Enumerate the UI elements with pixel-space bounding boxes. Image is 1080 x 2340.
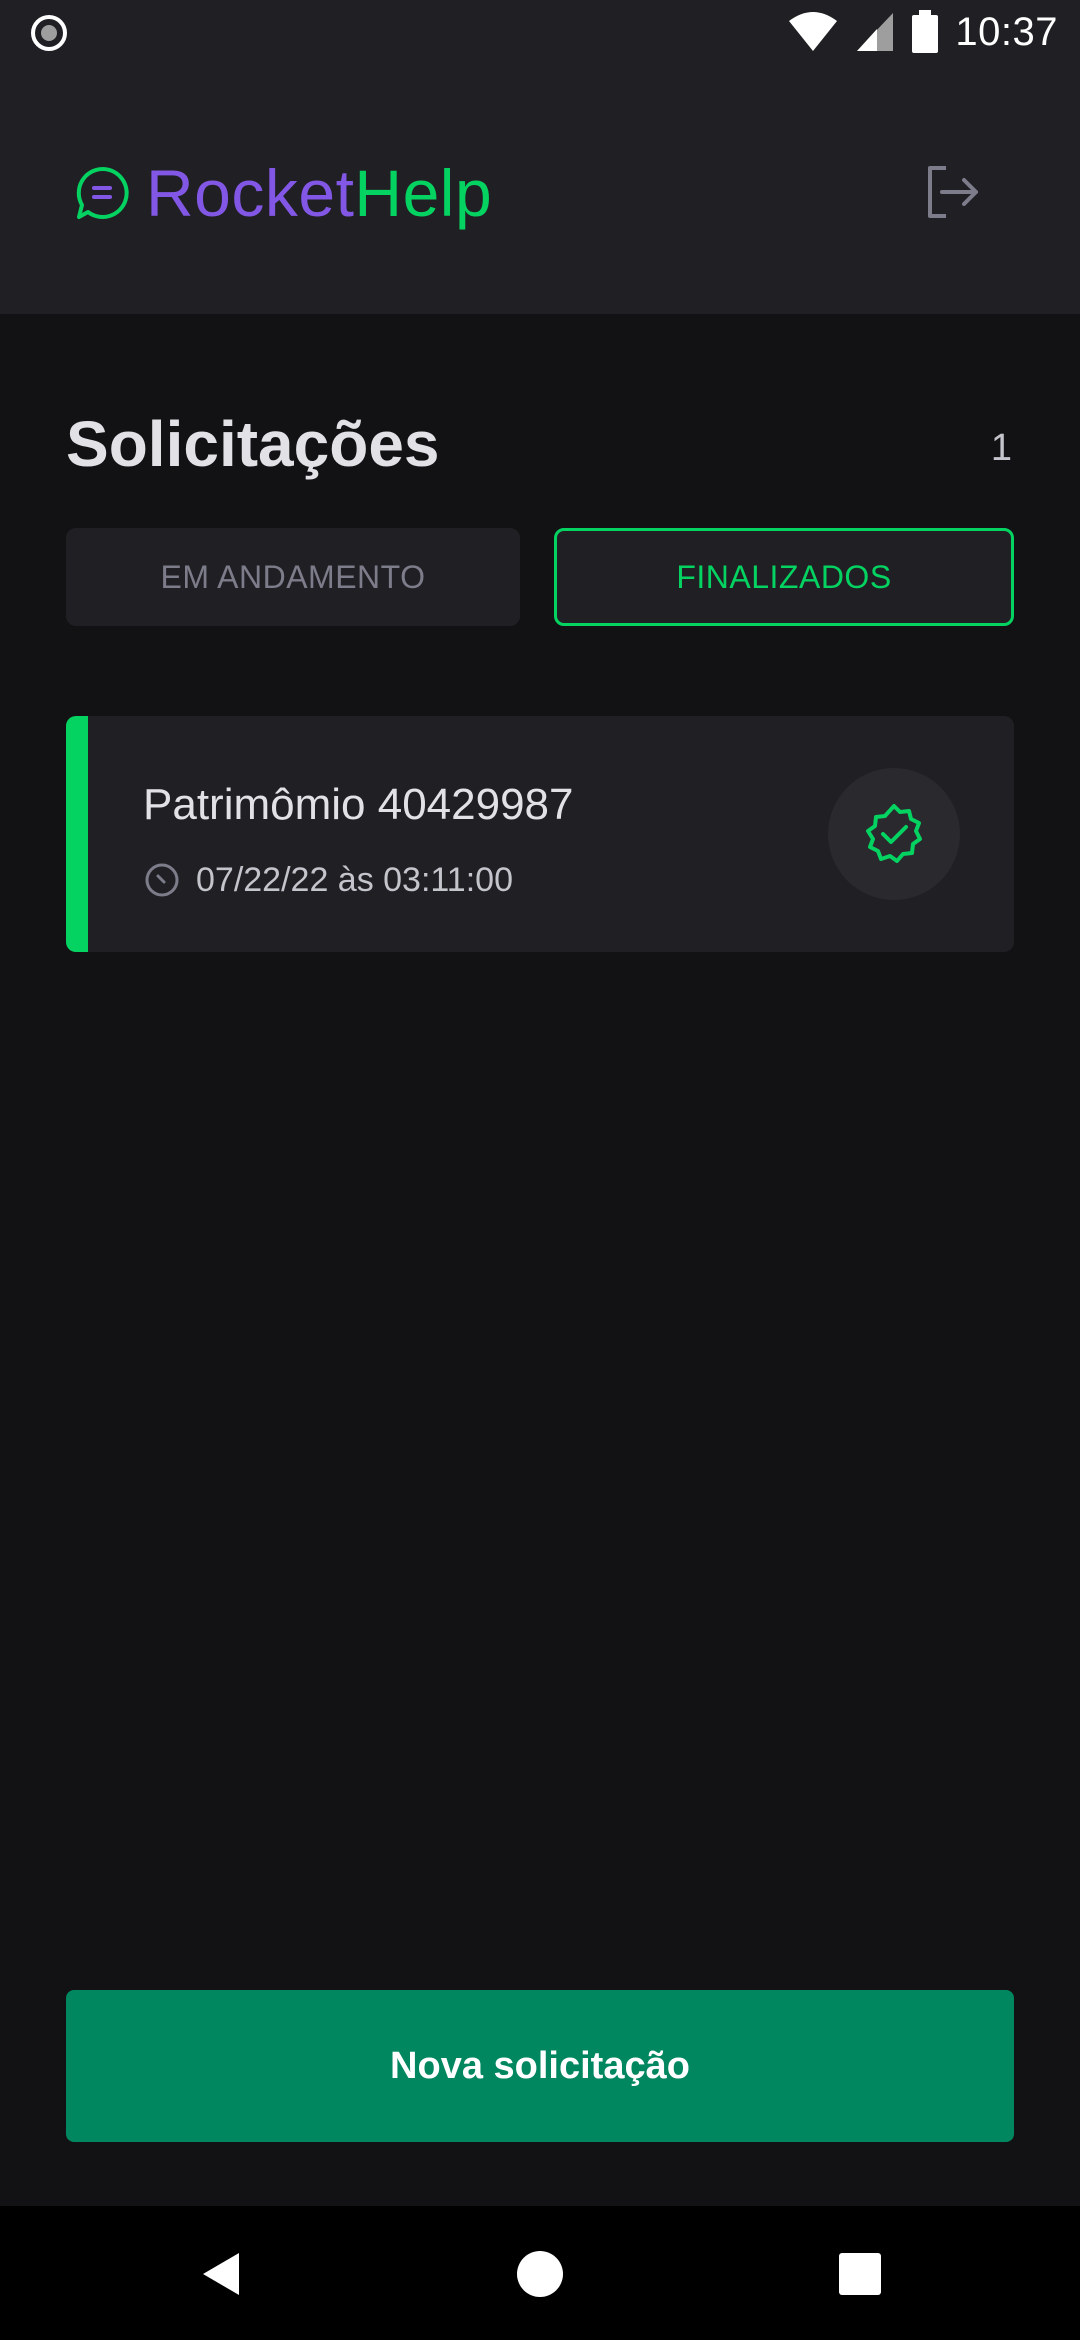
order-date: 07/22/22 às 03:11:00 xyxy=(196,861,513,899)
order-card[interactable]: Patrimômio 40429987 07/22/22 às 03:11:00 xyxy=(66,716,1014,952)
record-icon xyxy=(31,15,67,51)
wifi-icon xyxy=(789,12,838,51)
logo-text-help: Help xyxy=(354,156,493,230)
new-request-label: Nova solicitação xyxy=(390,2044,690,2087)
logout-icon xyxy=(928,166,978,218)
battery-icon xyxy=(912,10,939,53)
orders-count: 1 xyxy=(990,427,1012,469)
status-indicator-bar xyxy=(66,716,88,952)
status-bar: 10:37 xyxy=(0,0,1080,64)
system-navigation-bar xyxy=(0,2206,1080,2340)
order-title: Patrimômio 40429987 xyxy=(143,780,574,829)
order-meta: 07/22/22 às 03:11:00 xyxy=(144,860,513,900)
circle-check-icon xyxy=(866,804,922,863)
nav-back-button[interactable] xyxy=(184,2236,260,2312)
recents-icon xyxy=(839,2253,881,2295)
app-screen: 10:37 RocketHelp Solicitações 1 EM ANDAM… xyxy=(0,0,1080,2340)
app-header: RocketHelp xyxy=(0,64,1080,314)
new-request-button[interactable]: Nova solicitação xyxy=(66,1990,1014,2142)
tab-in-progress-label: EM ANDAMENTO xyxy=(160,558,426,595)
cellular-signal-icon xyxy=(857,13,894,51)
nav-recents-button[interactable] xyxy=(822,2236,898,2312)
nav-home-button[interactable] xyxy=(502,2236,578,2312)
chat-bubble-icon xyxy=(76,166,129,219)
tab-in-progress[interactable]: EM ANDAMENTO xyxy=(66,528,520,626)
tab-finished[interactable]: FINALIZADOS xyxy=(554,528,1014,626)
logo-text: RocketHelp xyxy=(146,160,492,226)
home-icon xyxy=(517,2251,563,2297)
app-logo: RocketHelp xyxy=(74,160,492,226)
status-badge xyxy=(828,768,960,900)
status-icons: 10:37 xyxy=(787,8,1058,56)
clock-icon xyxy=(145,863,179,897)
status-time: 10:37 xyxy=(955,9,1058,54)
logo-text-rocket: Rocket xyxy=(146,156,355,230)
back-icon xyxy=(203,2253,239,2295)
tab-finished-label: FINALIZADOS xyxy=(676,558,892,595)
page-title: Solicitações xyxy=(66,408,440,480)
logout-button[interactable] xyxy=(920,160,984,224)
